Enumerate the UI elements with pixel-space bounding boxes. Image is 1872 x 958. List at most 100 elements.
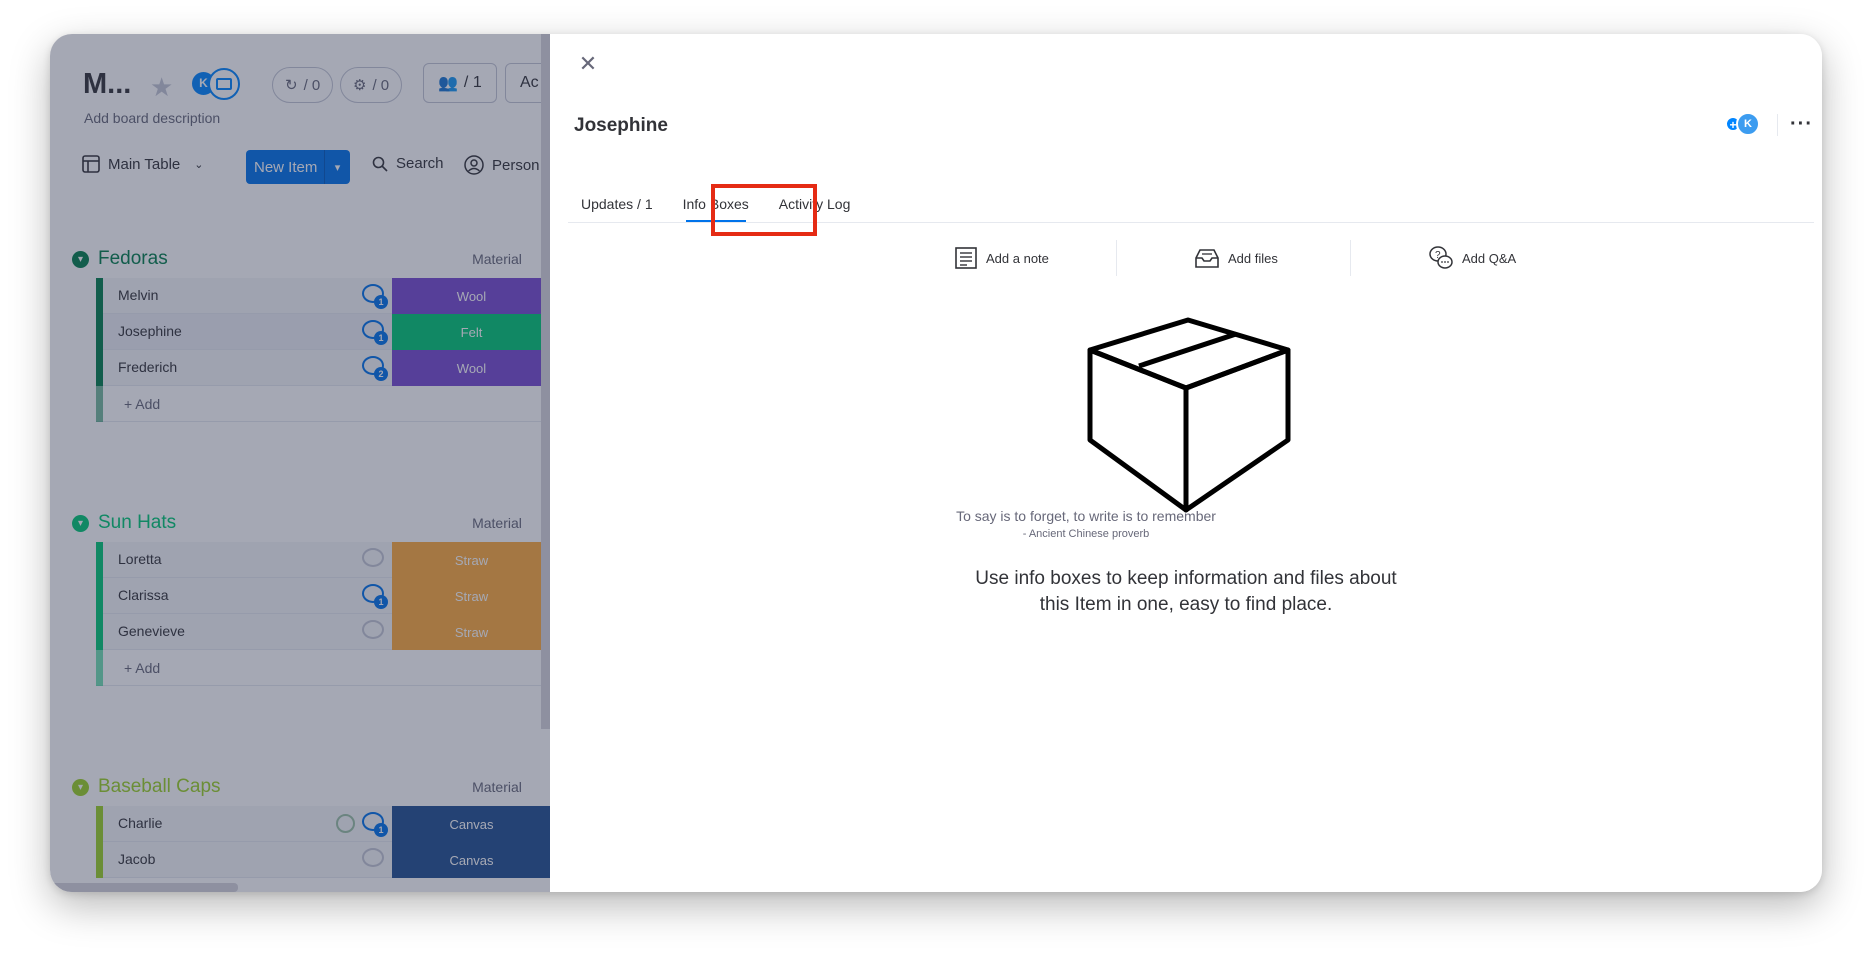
board-description[interactable]: Add board description <box>84 110 220 126</box>
subscribers-button[interactable]: + K <box>1726 112 1760 138</box>
add-item-row[interactable]: + Add <box>96 650 550 686</box>
horizontal-scrollbar[interactable] <box>50 883 238 892</box>
robot-icon: ⚙ <box>353 77 367 94</box>
item-name[interactable]: Jacob <box>118 851 155 867</box>
person-filter-button[interactable]: Person <box>464 155 540 175</box>
person-icon <box>464 155 484 175</box>
add-item-row[interactable]: + Add <box>96 386 550 422</box>
search-button[interactable]: Search <box>372 155 444 172</box>
add-item-label: + Add <box>124 660 161 676</box>
updates-bubble-icon[interactable] <box>362 848 386 870</box>
item-tabs: Updates / 1 Info Boxes Activity Log <box>574 186 857 222</box>
group-header-baseball-caps[interactable]: ▾ Baseball Caps <box>72 776 221 798</box>
item-name[interactable]: Clarissa <box>118 587 169 603</box>
star-icon[interactable]: ★ <box>150 74 173 100</box>
tab-updates[interactable]: Updates / 1 <box>574 186 660 222</box>
members-button[interactable]: 👥 / 1 <box>423 63 497 103</box>
updates-bubble-icon[interactable]: 1 <box>362 584 388 609</box>
item-name[interactable]: Genevieve <box>118 623 185 639</box>
table-row[interactable]: Jacob Canvas <box>96 842 550 878</box>
add-note-button[interactable]: Add a note <box>954 238 1049 278</box>
divider <box>1350 240 1351 276</box>
table-row[interactable]: Genevieve Straw <box>96 614 550 650</box>
item-name[interactable]: Josephine <box>118 323 182 339</box>
empty-state-quote: To say is to forget, to write is to reme… <box>956 508 1216 524</box>
divider <box>1777 114 1778 136</box>
status-cell[interactable]: Wool <box>392 350 550 386</box>
group-color-bar <box>96 842 103 878</box>
table-row[interactable]: Josephine 1 Felt <box>96 314 550 350</box>
activity-label: Ac <box>520 74 539 91</box>
table-icon <box>82 155 100 173</box>
updates-bubble-icon[interactable]: 2 <box>362 356 388 381</box>
more-options-icon[interactable]: ··· <box>1790 114 1813 134</box>
status-cell[interactable]: Canvas <box>392 842 550 878</box>
board-image-avatar[interactable] <box>208 68 240 100</box>
group-color-bar <box>96 578 103 614</box>
status-cell[interactable]: Wool <box>392 278 550 314</box>
empty-state-author: - Ancient Chinese proverb <box>1022 528 1150 540</box>
group-header-fedoras[interactable]: ▾ Fedoras <box>72 248 168 270</box>
updates-bubble-icon[interactable]: 1 <box>362 320 388 345</box>
view-name: Main Table <box>108 155 181 173</box>
board-title[interactable]: M... <box>83 68 131 101</box>
status-cell[interactable]: Canvas <box>392 806 550 842</box>
add-qa-button[interactable]: ? Add Q&A <box>1428 238 1516 278</box>
tab-activity-log[interactable]: Activity Log <box>772 186 858 222</box>
item-name[interactable]: Charlie <box>118 815 162 831</box>
tab-info-boxes[interactable]: Info Boxes <box>676 186 756 222</box>
chevron-down-icon[interactable]: ▾ <box>72 250 89 268</box>
updates-count: 1 <box>374 595 388 609</box>
item-title[interactable]: Josephine <box>574 115 668 137</box>
item-name[interactable]: Melvin <box>118 287 158 303</box>
status-cell[interactable]: Straw <box>392 542 550 578</box>
updates-bubble-icon[interactable]: 1 <box>362 284 388 309</box>
check-circle-icon[interactable] <box>336 814 355 833</box>
updates-count: 2 <box>374 367 388 381</box>
chevron-down-icon[interactable]: ▾ <box>72 778 89 796</box>
table-row[interactable]: Charlie 1 Canvas <box>96 806 550 842</box>
group-color-bar <box>96 314 103 350</box>
column-header-material[interactable]: Material <box>442 515 550 531</box>
close-icon[interactable]: ✕ <box>576 52 600 76</box>
item-name[interactable]: Loretta <box>118 551 162 567</box>
members-count: / 1 <box>463 74 482 91</box>
table-row[interactable]: Clarissa 1 Straw <box>96 578 550 614</box>
table-row[interactable]: Melvin 1 Wool <box>96 278 550 314</box>
group-header-sun-hats[interactable]: ▾ Sun Hats <box>72 512 176 534</box>
box-icon <box>1087 317 1291 513</box>
group-color-bar <box>96 542 103 578</box>
chevron-down-icon[interactable]: ▾ <box>72 514 89 532</box>
column-header-material[interactable]: Material <box>442 779 550 795</box>
status-cell[interactable]: Straw <box>392 578 550 614</box>
group-color-bar <box>96 614 103 650</box>
table-row[interactable]: Frederich 2 Wool <box>96 350 550 386</box>
add-files-button[interactable]: Add files <box>1194 238 1278 278</box>
updates-bubble-icon[interactable] <box>362 548 386 570</box>
chevron-down-icon: ⌄ <box>194 158 204 171</box>
updates-bubble-icon[interactable] <box>362 620 386 642</box>
vertical-scrollbar[interactable] <box>541 34 550 729</box>
column-header-material[interactable]: Material <box>442 251 550 267</box>
table-row[interactable]: Loretta Straw <box>96 542 550 578</box>
search-label: Search <box>396 155 444 172</box>
view-selector[interactable]: Main Table ⌄ <box>82 155 204 173</box>
integrations-counter[interactable]: ⚙ / 0 <box>340 67 403 103</box>
item-name[interactable]: Frederich <box>118 359 177 375</box>
status-cell[interactable]: Felt <box>392 314 550 350</box>
chevron-down-icon[interactable]: ▾ <box>324 150 350 184</box>
new-item-button[interactable]: New Item ▾ <box>246 150 350 184</box>
tabs-divider <box>568 222 1814 223</box>
add-item-label: + Add <box>124 396 161 412</box>
group-color-bar <box>96 650 103 686</box>
group-color-bar <box>96 386 103 422</box>
search-icon <box>372 156 388 172</box>
automations-counter[interactable]: ↻ / 0 <box>272 67 334 103</box>
item-panel: ✕ Josephine + K ··· Updates / 1 Info Box… <box>550 34 1822 892</box>
group-color-bar <box>96 806 103 842</box>
automation-icon: ↻ <box>285 77 298 94</box>
updates-bubble-icon[interactable]: 1 <box>362 812 388 837</box>
status-cell[interactable]: Straw <box>392 614 550 650</box>
automations-count: / 0 <box>303 76 321 94</box>
question-bubble-icon: ? <box>1429 246 1453 269</box>
